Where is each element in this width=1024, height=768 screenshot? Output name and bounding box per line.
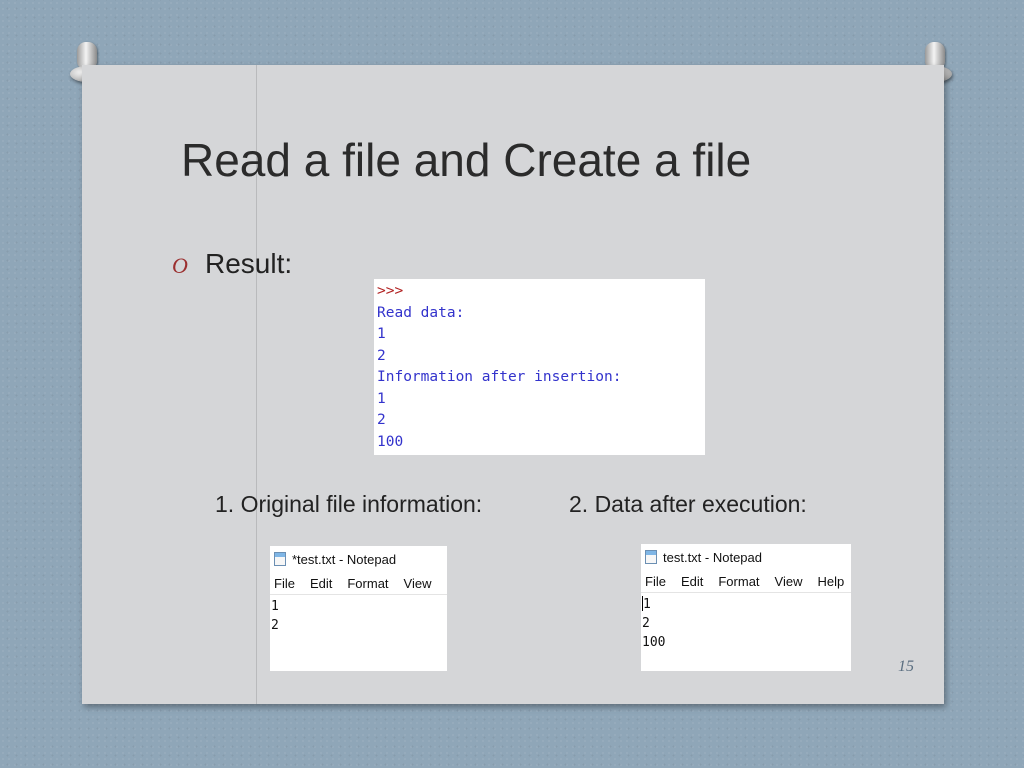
output-line: 1 xyxy=(377,326,386,342)
caption-after: 2. Data after execution: xyxy=(569,491,807,517)
bullet-o-icon: O xyxy=(172,253,188,278)
menu-format[interactable]: Format xyxy=(347,576,388,591)
notepad-menu-bar: File Edit Format View Help xyxy=(641,570,851,593)
notepad-title: *test.txt - Notepad xyxy=(292,551,397,567)
menu-file[interactable]: File xyxy=(645,574,666,589)
menu-edit[interactable]: Edit xyxy=(310,576,332,591)
text-line: 1 xyxy=(643,597,651,612)
output-line: Information after insertion: xyxy=(377,369,622,385)
text-line: 1 xyxy=(271,599,279,614)
text-line-with-cursor: 1 xyxy=(642,595,851,614)
text-line: 2 xyxy=(271,618,279,633)
notepad-title: test.txt - Notepad xyxy=(663,549,762,565)
notepad-text-area[interactable]: 1 2 100 xyxy=(641,593,851,652)
bullet-text: Result: xyxy=(205,248,293,279)
output-line: Read data: xyxy=(377,304,465,321)
output-line: 100 xyxy=(377,433,404,450)
menu-file[interactable]: File xyxy=(274,576,295,591)
notepad-text-area[interactable]: 1 2 xyxy=(270,595,447,635)
notepad-icon xyxy=(274,552,286,566)
slide: Read a file and Create a file O Result: … xyxy=(82,65,944,704)
notepad-icon xyxy=(645,550,657,564)
page-number: 15 xyxy=(898,658,914,675)
slide-title: Read a file and Create a file xyxy=(181,134,752,186)
notepad-title-bar: test.txt - Notepad xyxy=(641,544,851,570)
output-line: 1 xyxy=(377,390,386,407)
shell-prompt: >>> xyxy=(377,283,404,299)
menu-edit[interactable]: Edit xyxy=(681,574,703,589)
output-line: 2 xyxy=(377,412,386,428)
notepad-after-window: test.txt - Notepad File Edit Format View… xyxy=(641,544,851,671)
menu-view[interactable]: View xyxy=(404,576,432,591)
menu-help[interactable]: Help xyxy=(817,574,844,589)
text-line: 100 xyxy=(642,635,666,650)
notepad-original-window: *test.txt - Notepad File Edit Format Vie… xyxy=(270,546,447,671)
bullet-result: O Result: xyxy=(172,248,292,280)
text-line: 2 xyxy=(642,616,650,631)
python-shell-output: >>> Read data: 1 2 Information after ins… xyxy=(374,279,705,455)
output-line: 2 xyxy=(377,347,386,364)
caption-original: 1. Original file information: xyxy=(215,491,483,517)
menu-view[interactable]: View xyxy=(775,574,803,589)
notepad-menu-bar: File Edit Format View H xyxy=(270,572,447,595)
menu-help[interactable]: H xyxy=(446,576,447,591)
notepad-title-bar: *test.txt - Notepad xyxy=(270,546,447,572)
menu-format[interactable]: Format xyxy=(718,574,759,589)
